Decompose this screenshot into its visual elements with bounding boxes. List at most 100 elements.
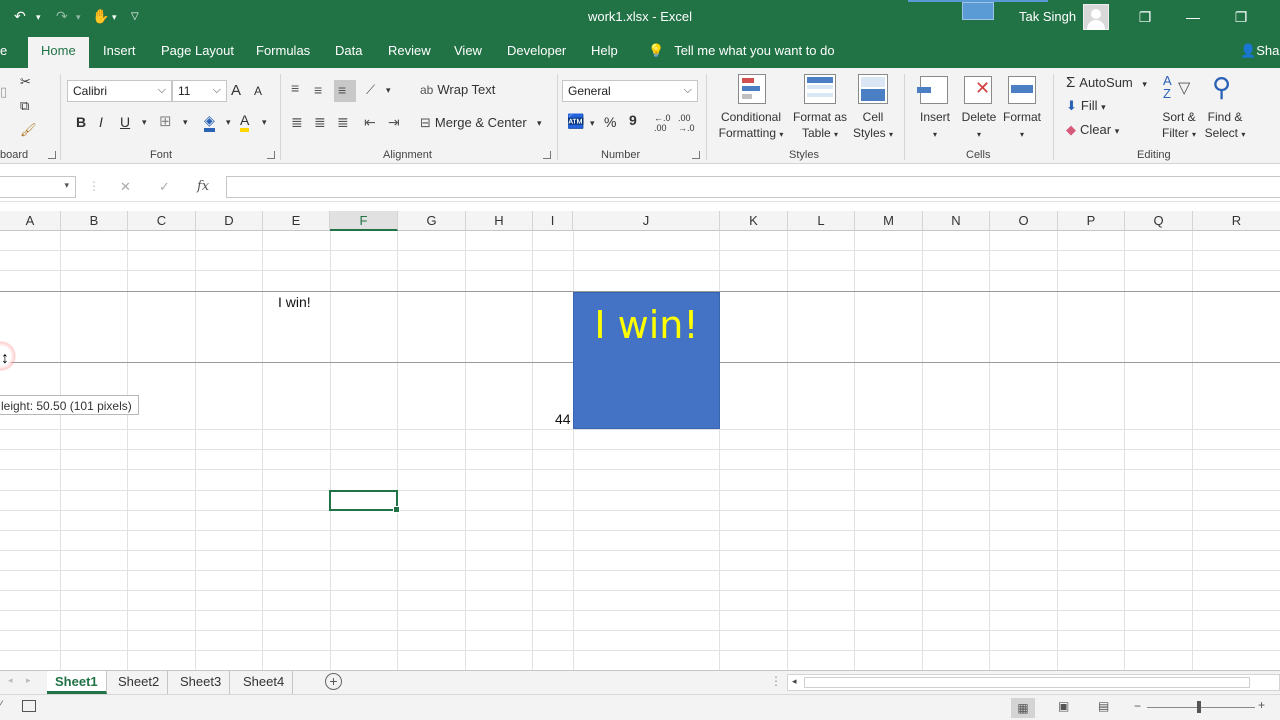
column-header-h[interactable]: H xyxy=(466,211,533,231)
alignment-launcher-icon[interactable] xyxy=(543,151,551,159)
user-name[interactable]: Tak Singh xyxy=(1019,9,1076,24)
column-header-i[interactable]: I xyxy=(533,211,573,231)
zoom-slider[interactable] xyxy=(1147,707,1255,708)
column-header-m[interactable]: M xyxy=(855,211,923,231)
wrap-text-button[interactable]: ab Wrap Text xyxy=(420,82,495,97)
tab-file[interactable]: e xyxy=(0,43,7,58)
align-left-icon[interactable]: ≣ xyxy=(291,114,303,131)
tab-review[interactable]: Review xyxy=(388,43,431,58)
restore-icon[interactable]: ❐ xyxy=(1226,6,1256,28)
column-header-b[interactable]: B xyxy=(61,211,128,231)
page-layout-view-icon[interactable]: ▣ xyxy=(1058,699,1069,713)
scroll-tabs-left-icon[interactable]: ◂ xyxy=(8,675,13,686)
normal-view-icon[interactable]: ▦ xyxy=(1011,698,1035,718)
format-painter-icon[interactable]: 🖌 xyxy=(20,122,37,138)
column-header-g[interactable]: G xyxy=(398,211,466,231)
borders-icon[interactable]: ⊞ xyxy=(159,112,172,130)
tab-help[interactable]: Help xyxy=(591,43,618,58)
sheet-tab-sheet1[interactable]: Sheet1 xyxy=(47,671,107,694)
minimize-icon[interactable]: — xyxy=(1178,6,1208,28)
column-header-f[interactable]: F xyxy=(330,211,398,231)
format-as-table-button[interactable]: Format as Table ▾ xyxy=(788,109,852,143)
merge-dropdown-icon[interactable]: ▾ xyxy=(537,118,542,129)
format-cells-button[interactable]: Format ▾ xyxy=(1000,109,1044,143)
decrease-decimal-button[interactable]: .00 →.0 xyxy=(678,113,695,133)
font-name-select[interactable]: Calibri ⌵ xyxy=(67,80,172,102)
orientation-icon[interactable]: ⟋ xyxy=(366,82,375,98)
number-format-select[interactable]: General ⌵ xyxy=(562,80,698,102)
scroll-left-arrow-icon[interactable]: ◂ xyxy=(792,676,797,687)
worksheet-grid[interactable]: A B C D E F G H I J K L M N O P Q R I wi… xyxy=(0,211,1280,670)
column-header-j[interactable]: J xyxy=(573,211,720,231)
tab-view[interactable]: View xyxy=(454,43,482,58)
tab-page-layout[interactable]: Page Layout xyxy=(161,43,234,58)
formula-input[interactable] xyxy=(226,176,1280,198)
sheet-tab-sheet3[interactable]: Sheet3 xyxy=(172,671,231,694)
tab-insert[interactable]: Insert xyxy=(103,43,136,58)
column-header-k[interactable]: K xyxy=(720,211,788,231)
clear-button[interactable]: ◆ Clear ▾ xyxy=(1066,122,1119,138)
fill-color-dropdown-icon[interactable]: ▾ xyxy=(226,117,231,128)
font-color-dropdown-icon[interactable]: ▾ xyxy=(262,117,267,128)
column-header-n[interactable]: N xyxy=(923,211,990,231)
font-size-select[interactable]: 11 ⌵ xyxy=(172,80,227,102)
scrollbar-thumb[interactable] xyxy=(804,677,1250,688)
sheet-tab-sheet4[interactable]: Sheet4 xyxy=(235,671,294,694)
tab-developer[interactable]: Developer xyxy=(507,43,566,58)
accounting-dropdown-icon[interactable]: ▾ xyxy=(590,118,595,129)
borders-dropdown-icon[interactable]: ▾ xyxy=(183,117,188,128)
number-launcher-icon[interactable] xyxy=(692,151,700,159)
column-header-c[interactable]: C xyxy=(128,211,196,231)
increase-decimal-button[interactable]: ←.0 .00 xyxy=(654,113,671,133)
align-right-icon[interactable]: ≣ xyxy=(337,114,349,131)
bottom-align-icon[interactable]: ≡ xyxy=(334,80,356,102)
cut-icon[interactable]: ✂ xyxy=(20,74,31,90)
cell-e-text[interactable]: I win! xyxy=(278,294,311,310)
zoom-slider-thumb[interactable] xyxy=(1197,701,1201,713)
middle-align-icon[interactable]: ≡ xyxy=(314,82,322,98)
merge-center-button[interactable]: ⊟ Merge & Center xyxy=(420,115,527,131)
cancel-formula-button[interactable]: ✕ xyxy=(120,179,131,195)
tab-home[interactable]: Home xyxy=(28,37,89,68)
text-box-shape[interactable]: I win! xyxy=(573,292,720,429)
column-header-l[interactable]: L xyxy=(788,211,855,231)
accounting-format-icon[interactable]: 🏧 xyxy=(567,113,584,130)
cell-i-value[interactable]: 44 xyxy=(555,411,571,427)
avatar[interactable] xyxy=(1083,4,1109,30)
sort-filter-button[interactable]: Sort & Filter ▾ xyxy=(1156,109,1202,143)
conditional-formatting-button[interactable]: Conditional Formatting ▾ xyxy=(714,109,788,143)
column-header-p[interactable]: P xyxy=(1058,211,1125,231)
column-header-e[interactable]: E xyxy=(263,211,330,231)
font-color-button[interactable]: A xyxy=(240,112,250,132)
clipboard-launcher-icon[interactable] xyxy=(48,151,56,159)
paste-icon[interactable]: ▯ xyxy=(0,84,7,100)
bold-button[interactable]: B xyxy=(76,114,86,130)
column-header-d[interactable]: D xyxy=(196,211,263,231)
shrink-font-button[interactable]: A xyxy=(254,84,262,98)
delete-cells-button[interactable]: Delete ▾ xyxy=(958,109,1000,143)
orientation-dropdown-icon[interactable]: ▾ xyxy=(386,85,391,96)
percent-style-button[interactable]: % xyxy=(604,114,616,130)
comma-style-button[interactable]: 9 xyxy=(629,112,637,128)
add-sheet-icon[interactable]: + xyxy=(325,673,342,690)
italic-button[interactable]: I xyxy=(99,114,103,130)
tab-split-grip[interactable]: ⋮ xyxy=(770,674,782,688)
increase-indent-icon[interactable]: ⇥ xyxy=(388,114,400,131)
zoom-out-icon[interactable]: − xyxy=(1134,699,1141,713)
autosum-button[interactable]: Σ AutoSum ▾ xyxy=(1066,74,1147,91)
decrease-indent-icon[interactable]: ⇤ xyxy=(364,114,376,131)
fill-color-icon[interactable]: ◈ xyxy=(204,112,215,132)
insert-cells-button[interactable]: Insert ▾ xyxy=(914,109,956,143)
share-button[interactable]: 👤Sha xyxy=(1240,43,1279,59)
page-break-view-icon[interactable]: ▤ xyxy=(1098,699,1109,713)
top-align-icon[interactable]: ≡ xyxy=(291,80,299,96)
grow-font-button[interactable]: A xyxy=(231,82,241,99)
enter-formula-button[interactable]: ✓ xyxy=(159,179,170,195)
underline-button[interactable]: U xyxy=(120,114,130,130)
macro-recording-icon[interactable] xyxy=(22,700,36,712)
column-header-a[interactable]: A xyxy=(0,211,61,231)
name-box-dropdown-icon[interactable]: ▾ xyxy=(64,180,69,191)
column-header-q[interactable]: Q xyxy=(1125,211,1193,231)
zoom-in-icon[interactable]: + xyxy=(1258,698,1265,712)
insert-function-button[interactable]: fx xyxy=(197,179,209,194)
